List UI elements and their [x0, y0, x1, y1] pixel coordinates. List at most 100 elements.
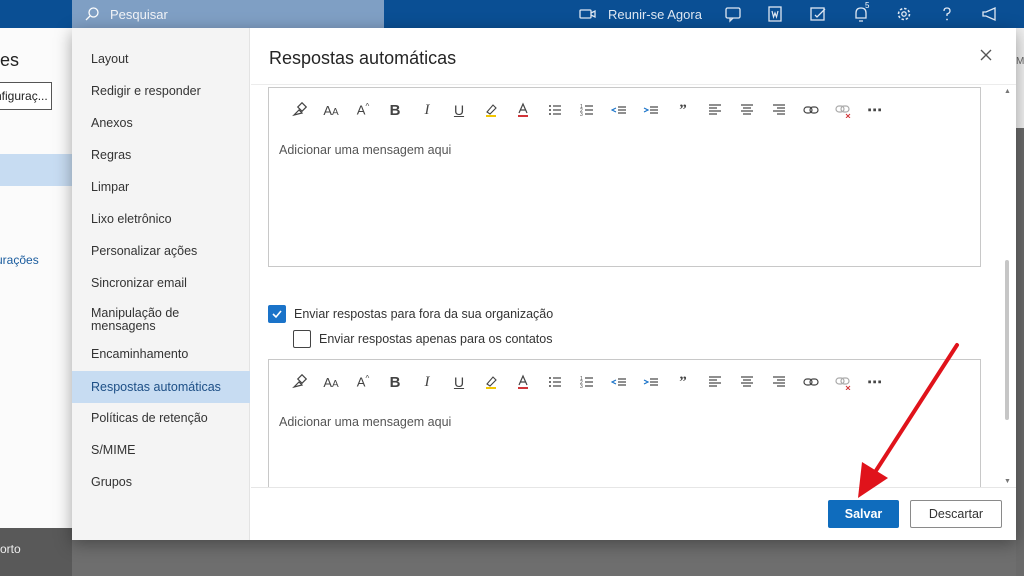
- font-grow-icon[interactable]: A^: [347, 100, 379, 120]
- nav-item-forwarding[interactable]: Encaminhamento: [72, 348, 250, 363]
- background-settings-pane: es nfiguraç... urações: [0, 28, 72, 576]
- quote-icon[interactable]: ”: [667, 100, 699, 120]
- panel-scroll-area: AA A^ B I U 1 2 3” ⋯ Adicionar uma mensagem aqui…: [251, 85, 1016, 487]
- calendar-check-icon: [810, 7, 826, 21]
- background-footer: orto: [0, 528, 72, 576]
- align-right-icon[interactable]: [763, 372, 795, 392]
- word-icon: [768, 6, 782, 22]
- bold-icon[interactable]: B: [379, 100, 411, 120]
- font-size-icon[interactable]: AA: [315, 372, 347, 392]
- scroll-thumb[interactable]: [1005, 260, 1009, 420]
- more-icon[interactable]: ⋯: [859, 100, 891, 120]
- discard-button[interactable]: Descartar: [910, 500, 1002, 528]
- my-day-button[interactable]: [808, 4, 828, 24]
- external-reply-placeholder: Adicionar uma mensagem aqui: [279, 415, 452, 429]
- nav-item-groups[interactable]: Grupos: [72, 476, 250, 491]
- nav-item-automatic-replies[interactable]: Respostas automáticas: [72, 371, 250, 403]
- panel-scrollbar[interactable]: ▲ ▼: [1004, 88, 1011, 485]
- help-icon: [943, 7, 951, 21]
- nav-item-sync-email[interactable]: Sincronizar email: [72, 277, 250, 292]
- bullets-icon[interactable]: [539, 372, 571, 392]
- external-reply-editor[interactable]: AA A^ B I U 1 2 3 ” ⋯ Adicionar uma mensagem aqui: [268, 359, 981, 487]
- nav-item-junk-email[interactable]: Lixo eletrônico: [72, 213, 250, 228]
- internal-reply-editor[interactable]: AA A^ B I U 1 2 3 ” ⋯ Adicionar uma mensagem aqui: [268, 87, 981, 267]
- search-box[interactable]: Pesquisar: [72, 0, 384, 28]
- save-button[interactable]: Salvar: [828, 500, 899, 528]
- italic-icon[interactable]: I: [411, 372, 443, 392]
- align-right-icon[interactable]: [763, 100, 795, 120]
- nav-item-compose-reply[interactable]: Redigir e responder: [72, 85, 250, 100]
- nav-item-attachments[interactable]: Anexos: [72, 117, 250, 132]
- underline-icon[interactable]: U: [443, 372, 475, 392]
- font-grow-icon[interactable]: A^: [347, 372, 379, 392]
- search-placeholder: Pesquisar: [110, 6, 168, 22]
- align-left-icon[interactable]: [699, 100, 731, 120]
- nav-item-smime[interactable]: S/MIME: [72, 444, 250, 459]
- send-outside-row[interactable]: Enviar respostas para fora da sua organi…: [268, 305, 553, 323]
- nav-item-retention-policies[interactable]: Políticas de retenção: [72, 412, 250, 427]
- checkmark-icon: [272, 310, 282, 319]
- background-settings-search: nfiguraç...: [0, 82, 52, 110]
- underline-icon[interactable]: U: [443, 100, 475, 120]
- background-bottom-text: orto: [0, 542, 21, 556]
- nav-item-customize-actions[interactable]: Personalizar ações: [72, 245, 250, 260]
- font-color-icon[interactable]: [507, 100, 539, 120]
- more-icon[interactable]: ⋯: [859, 372, 891, 392]
- unlink-icon[interactable]: [827, 372, 859, 392]
- panel-title: Respostas automáticas: [269, 48, 457, 68]
- send-contacts-only-checkbox[interactable]: [293, 330, 311, 348]
- meet-now-label: Reunir-se Agora: [608, 6, 702, 22]
- scroll-up-icon[interactable]: ▲: [1004, 88, 1011, 95]
- close-icon[interactable]: [978, 47, 994, 63]
- feedback-button[interactable]: [980, 4, 1000, 24]
- meet-now-button[interactable]: Reunir-se Agora: [578, 4, 702, 24]
- help-button[interactable]: [937, 4, 957, 24]
- settings-button[interactable]: [894, 4, 914, 24]
- office-app-button[interactable]: [765, 4, 785, 24]
- font-size-icon[interactable]: AA: [315, 100, 347, 120]
- chat-icon: [725, 7, 741, 23]
- increase-indent-icon[interactable]: [635, 100, 667, 120]
- dialog-footer: Salvar Descartar: [251, 487, 1016, 540]
- scroll-down-icon[interactable]: ▼: [1004, 478, 1011, 485]
- video-icon: [579, 9, 596, 19]
- nav-item-sweep[interactable]: Limpar: [72, 181, 250, 196]
- align-center-icon[interactable]: [731, 372, 763, 392]
- link-icon[interactable]: [795, 100, 827, 120]
- background-link: urações: [0, 253, 39, 267]
- send-contacts-only-row[interactable]: Enviar respostas apenas para os contatos: [293, 330, 552, 348]
- search-icon: [85, 7, 99, 21]
- svg-text:3: 3: [580, 384, 583, 390]
- font-color-icon[interactable]: [507, 372, 539, 392]
- send-outside-checkbox[interactable]: [268, 305, 286, 323]
- align-center-icon[interactable]: [731, 100, 763, 120]
- unlink-icon[interactable]: [827, 100, 859, 120]
- background-selected-item: [0, 154, 72, 186]
- internal-reply-placeholder: Adicionar uma mensagem aqui: [279, 143, 452, 157]
- background-right-panel: Mi: [1016, 28, 1024, 128]
- send-contacts-only-label: Enviar respostas apenas para os contatos: [319, 332, 553, 346]
- settings-nav: Layout Redigir e responder Anexos Regras…: [72, 28, 250, 540]
- notification-count-badge: 5: [865, 1, 870, 10]
- numbering-icon[interactable]: 123: [571, 100, 603, 120]
- format-painter-icon[interactable]: [283, 372, 315, 392]
- decrease-indent-icon[interactable]: [603, 372, 635, 392]
- background-title: es: [0, 50, 20, 70]
- highlight-icon[interactable]: [475, 100, 507, 120]
- quote-icon[interactable]: ”: [667, 372, 699, 392]
- teams-chat-button[interactable]: [723, 4, 743, 24]
- increase-indent-icon[interactable]: [635, 372, 667, 392]
- nav-item-rules[interactable]: Regras: [72, 149, 250, 164]
- format-painter-icon[interactable]: [283, 100, 315, 120]
- align-left-icon[interactable]: [699, 372, 731, 392]
- nav-item-message-handling[interactable]: Manipulação de mensagens: [72, 307, 192, 335]
- bold-icon[interactable]: B: [379, 372, 411, 392]
- decrease-indent-icon[interactable]: [603, 100, 635, 120]
- nav-item-layout[interactable]: Layout: [72, 53, 250, 68]
- bullets-icon[interactable]: [539, 100, 571, 120]
- italic-icon[interactable]: I: [411, 100, 443, 120]
- link-icon[interactable]: [795, 372, 827, 392]
- svg-text:3: 3: [580, 112, 583, 118]
- highlight-icon[interactable]: [475, 372, 507, 392]
- numbering-icon[interactable]: 123: [571, 372, 603, 392]
